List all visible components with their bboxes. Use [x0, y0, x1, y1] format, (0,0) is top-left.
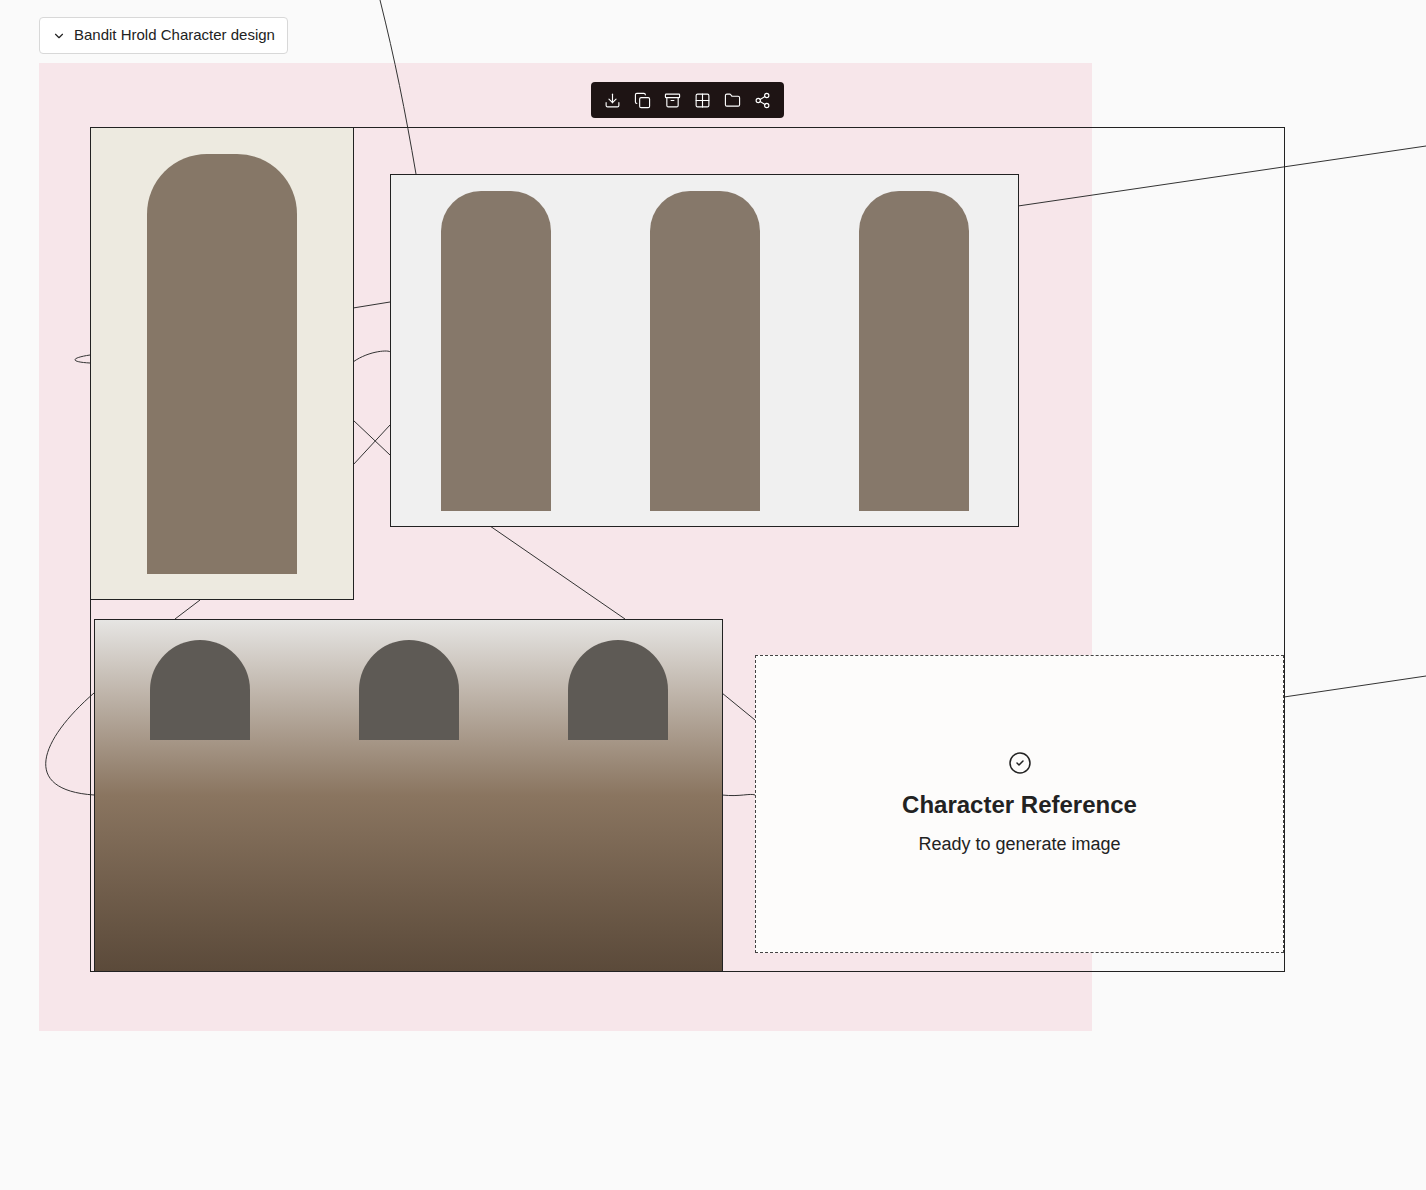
folder-icon[interactable] [724, 92, 741, 109]
illustration-image[interactable] [90, 127, 354, 600]
chevron-down-icon [52, 29, 66, 43]
copy-icon[interactable] [634, 92, 651, 109]
share-icon[interactable] [754, 92, 771, 109]
grid-icon[interactable] [694, 92, 711, 109]
archive-icon[interactable] [664, 92, 681, 109]
headshots-image[interactable] [94, 619, 723, 972]
card-status: Ready to generate image [918, 831, 1120, 858]
download-icon[interactable] [604, 92, 621, 109]
turnaround-image[interactable] [390, 174, 1019, 527]
check-circle-icon [1008, 751, 1032, 775]
canvas[interactable]: Bandit Hrold Character design Character R… [0, 0, 1426, 1190]
toolbar [591, 82, 784, 118]
character-reference-card[interactable]: Character Reference Ready to generate ima… [755, 655, 1284, 953]
group-label[interactable]: Bandit Hrold Character design [39, 17, 288, 54]
card-title: Character Reference [902, 787, 1137, 823]
